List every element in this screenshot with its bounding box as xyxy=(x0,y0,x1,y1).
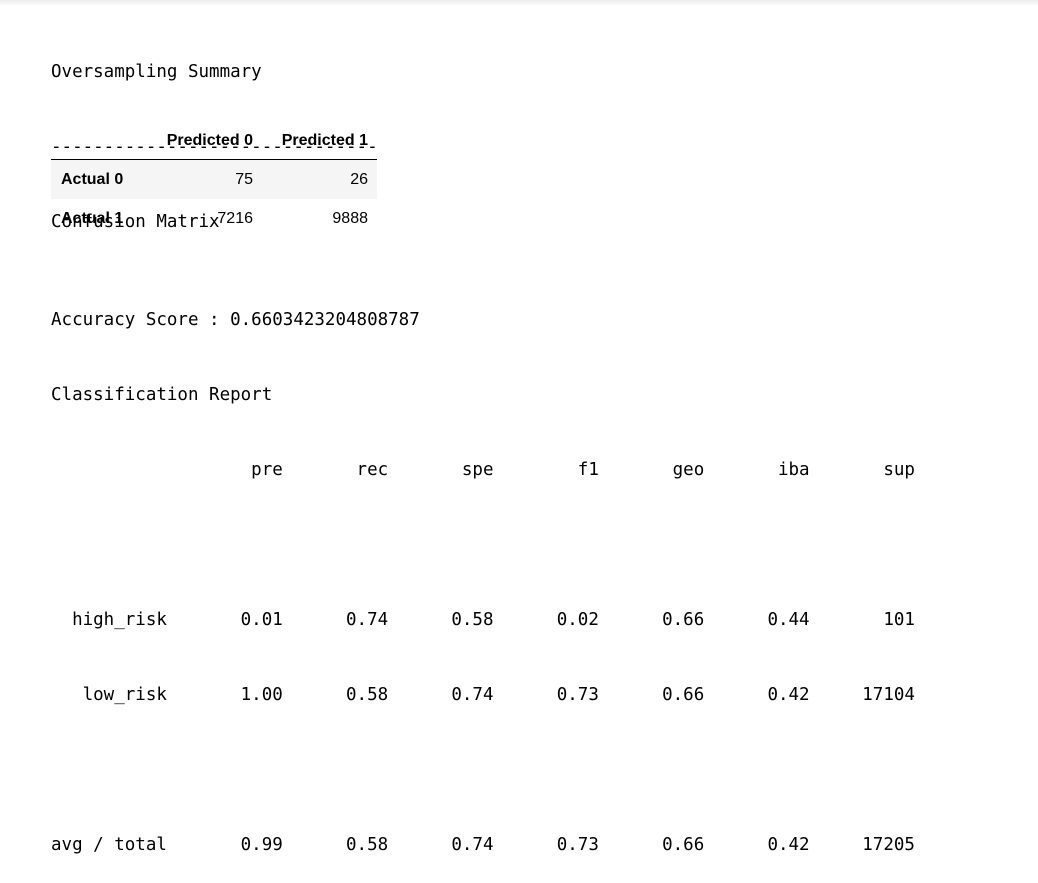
cell-top-shadow xyxy=(0,0,1038,6)
column-header: Predicted 1 xyxy=(262,122,377,160)
table-cell: 75 xyxy=(235,170,253,188)
accuracy-score-line: Accuracy Score : 0.6603423204808787 xyxy=(51,310,420,330)
output-text-report: Accuracy Score : 0.6603423204808787 Clas… xyxy=(51,258,915,883)
report-row-high-risk: high_risk 0.01 0.74 0.58 0.02 0.66 0.44 … xyxy=(51,610,915,630)
report-header-line: pre rec spe f1 geo iba sup xyxy=(51,460,915,480)
column-header: Predicted 0 xyxy=(148,122,262,160)
classification-report-title: Classification Report xyxy=(51,385,273,405)
row-header: Actual 0 xyxy=(61,170,124,188)
table-row: Actual 0 75 26 xyxy=(51,159,377,199)
report-row-low-risk: low_risk 1.00 0.58 0.74 0.73 0.66 0.42 1… xyxy=(51,685,915,705)
table-header-row: Predicted 0 Predicted 1 xyxy=(51,122,377,160)
table-cell: 26 xyxy=(350,170,368,188)
confusion-matrix-table: Predicted 0 Predicted 1 Actual 0 75 26 A… xyxy=(51,122,377,238)
table-cell: 9888 xyxy=(332,209,368,227)
row-header: Actual 1 xyxy=(61,209,124,227)
report-blank-line xyxy=(51,758,915,783)
report-row-avg-total: avg / total 0.99 0.58 0.74 0.73 0.66 0.4… xyxy=(51,835,915,855)
table-cell: 7216 xyxy=(217,209,253,227)
header-blank xyxy=(51,122,148,160)
report-blank-line xyxy=(51,533,915,558)
table-row: Actual 1 7216 9888 xyxy=(51,199,377,238)
summary-title: Oversampling Summary xyxy=(51,62,262,82)
